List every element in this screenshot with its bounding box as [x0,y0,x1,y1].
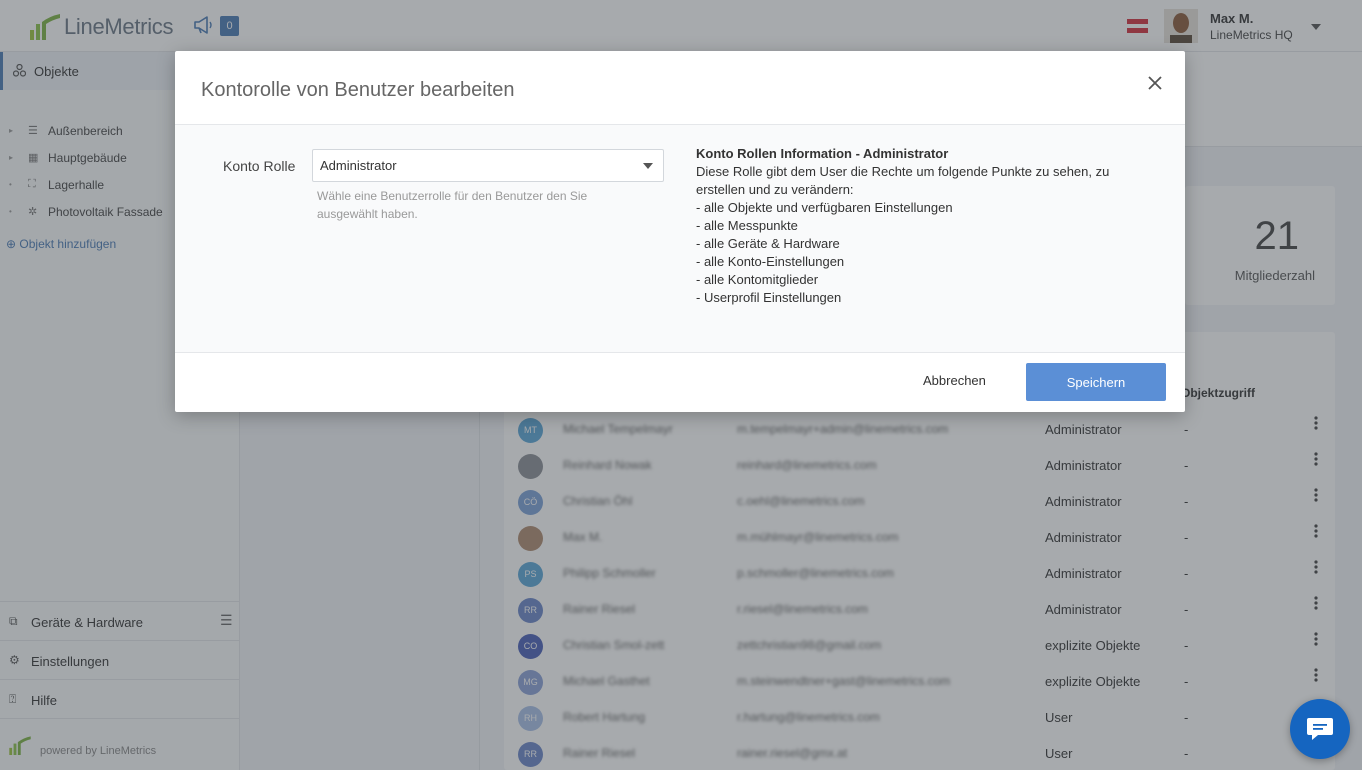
modal-body: Konto Rolle Administrator Wähle eine Ben… [175,124,1185,353]
role-info-line: - alle Kontomitglieder [696,272,819,287]
role-info: Konto Rollen Information - Administrator… [696,145,1156,307]
cancel-button[interactable]: Abbrechen [923,373,986,388]
role-help-text: Wähle eine Benutzerrolle für den Benutze… [317,189,588,221]
role-info-line: Diese Rolle gibt dem User die Rechte um … [696,164,1110,197]
chat-button[interactable] [1290,699,1350,759]
role-info-line: - alle Objekte und verfügbaren Einstellu… [696,200,953,215]
save-button[interactable]: Speichern [1026,363,1166,401]
edit-role-modal: Kontorolle von Benutzer bearbeiten Konto… [175,51,1185,412]
chevron-down-icon [643,163,653,169]
chat-icon [1307,718,1333,740]
close-icon[interactable] [1145,73,1165,93]
role-field-label: Konto Rolle [223,158,296,174]
role-info-line: - alle Geräte & Hardware [696,236,840,251]
role-info-line: - alle Messpunkte [696,218,798,233]
role-select-value: Administrator [320,158,397,173]
role-info-line: - Userprofil Einstellungen [696,290,842,305]
role-info-line: - alle Konto-Einstellungen [696,254,845,269]
role-select[interactable]: Administrator [312,149,664,182]
modal-title: Kontorolle von Benutzer bearbeiten [201,79,515,101]
role-info-title: Konto Rollen Information - Administrator [696,146,949,161]
